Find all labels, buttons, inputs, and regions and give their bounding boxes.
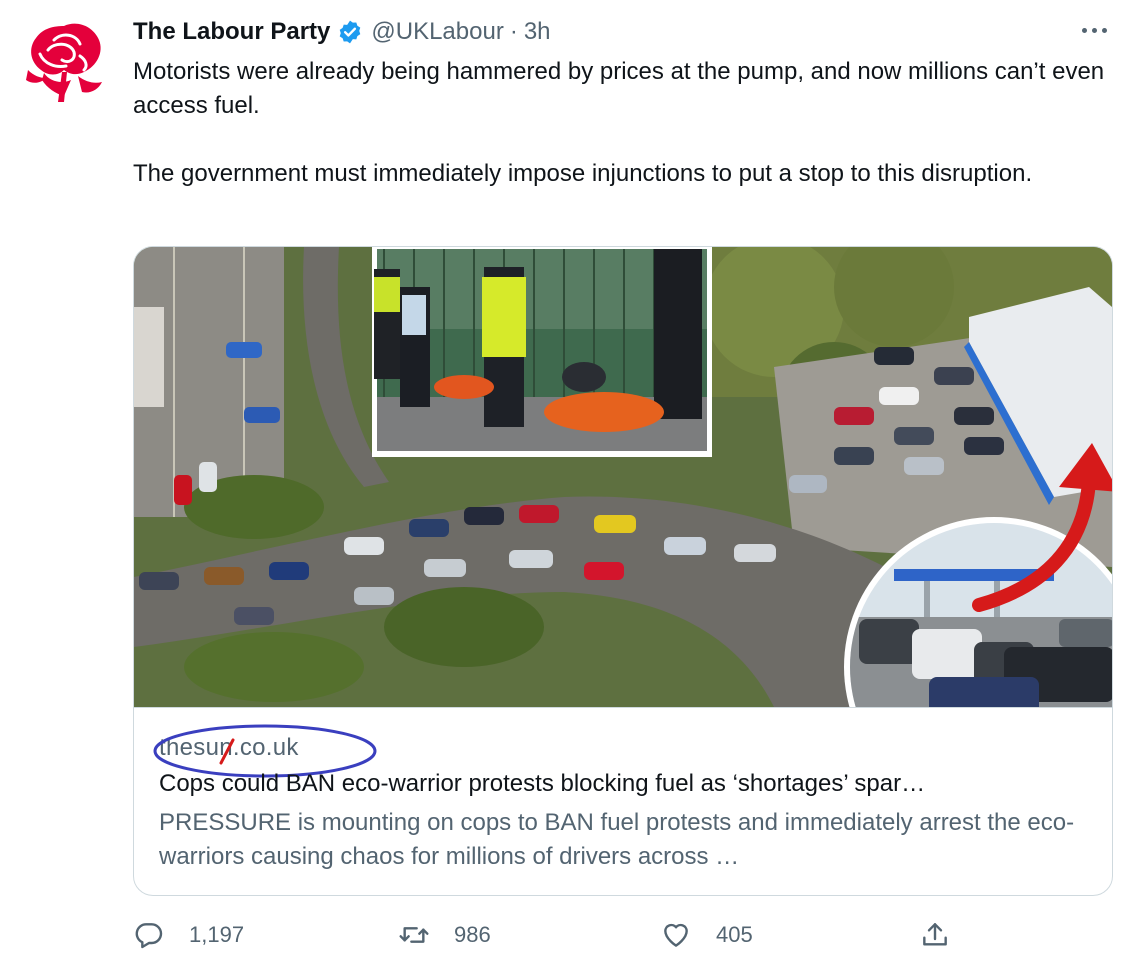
tweet-paragraph: The government must immediately impose i… (133, 160, 1033, 187)
share-icon (923, 923, 947, 946)
timestamp[interactable]: 3h (524, 18, 551, 46)
avatar[interactable] (14, 10, 114, 110)
author-handle[interactable]: @UKLabour (371, 18, 503, 46)
reply-button[interactable]: 1,197 (133, 915, 244, 955)
share-button[interactable] (919, 915, 951, 955)
card-description: PRESSURE is mounting on cops to BAN fuel… (159, 809, 1075, 870)
card-meta[interactable]: thesun.co.uk Cops could BAN eco-warrior … (134, 707, 1112, 895)
retweet-button[interactable]: 986 (398, 915, 491, 955)
like-count: 405 (716, 922, 753, 947)
card-image[interactable] (134, 247, 1112, 707)
separator-dot: · (509, 18, 518, 45)
card-title: Cops could BAN eco-warrior protests bloc… (159, 770, 926, 797)
card-domain: thesun.co.uk (153, 724, 377, 778)
verified-badge-icon (340, 20, 361, 44)
tweet-header: The Labour Party @UKLabour · 3h (133, 14, 551, 50)
retweet-count: 986 (454, 922, 491, 947)
more-options-button[interactable] (1078, 16, 1112, 44)
heart-icon (664, 923, 688, 947)
tweet-paragraph: Motorists were already being hammered by… (133, 58, 1105, 119)
tweet-text: Motorists were already being hammered by… (133, 55, 1108, 191)
reply-icon (135, 923, 163, 949)
more-dots-icon (1082, 28, 1087, 33)
retweet-icon (399, 927, 429, 943)
tweet-actions: 1,197 986 405 (133, 915, 963, 955)
reply-count: 1,197 (189, 922, 245, 947)
rose-logo-icon (26, 23, 102, 102)
link-card[interactable]: thesun.co.uk Cops could BAN eco-warrior … (133, 246, 1113, 896)
author-name[interactable]: The Labour Party (133, 18, 330, 46)
like-button[interactable]: 405 (660, 915, 753, 955)
